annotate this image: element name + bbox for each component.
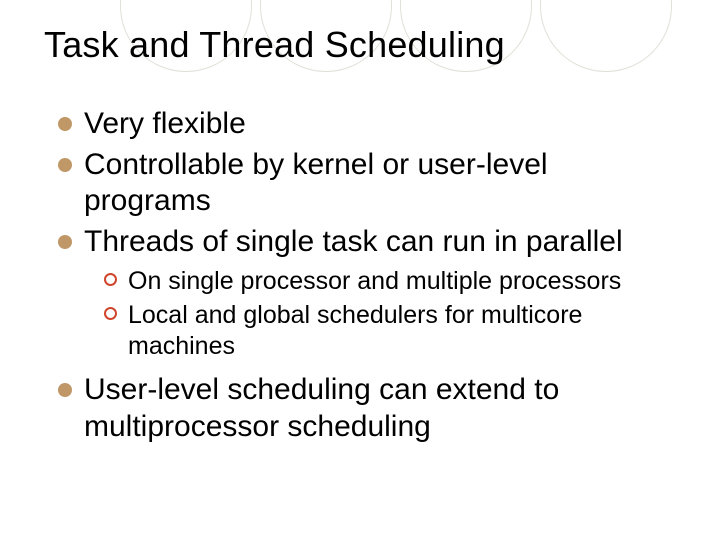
sub-bullet-text: Local and global schedulers for multicor… xyxy=(128,301,582,360)
bullet-item: Threads of single task can run in parall… xyxy=(58,224,674,362)
bullet-item: User-level scheduling can extend to mult… xyxy=(58,372,674,445)
sub-bullet-text: On single processor and multiple process… xyxy=(128,267,621,295)
sub-bullet-item: Local and global schedulers for multicor… xyxy=(104,300,674,363)
bullet-list: Very flexible Controllable by kernel or u… xyxy=(44,106,680,445)
sub-bullet-list: On single processor and multiple process… xyxy=(84,266,674,362)
bullet-text: Controllable by kernel or user-level pro… xyxy=(84,148,548,218)
bullet-text: Very flexible xyxy=(84,107,246,140)
bullet-item: Very flexible xyxy=(58,106,674,143)
bullet-text: Threads of single task can run in parall… xyxy=(84,225,623,258)
bullet-text: User-level scheduling can extend to mult… xyxy=(84,373,559,443)
sub-bullet-item: On single processor and multiple process… xyxy=(104,266,674,297)
bullet-item: Controllable by kernel or user-level pro… xyxy=(58,147,674,220)
slide-title: Task and Thread Scheduling xyxy=(44,24,680,66)
slide: Task and Thread Scheduling Very flexible… xyxy=(0,0,720,540)
